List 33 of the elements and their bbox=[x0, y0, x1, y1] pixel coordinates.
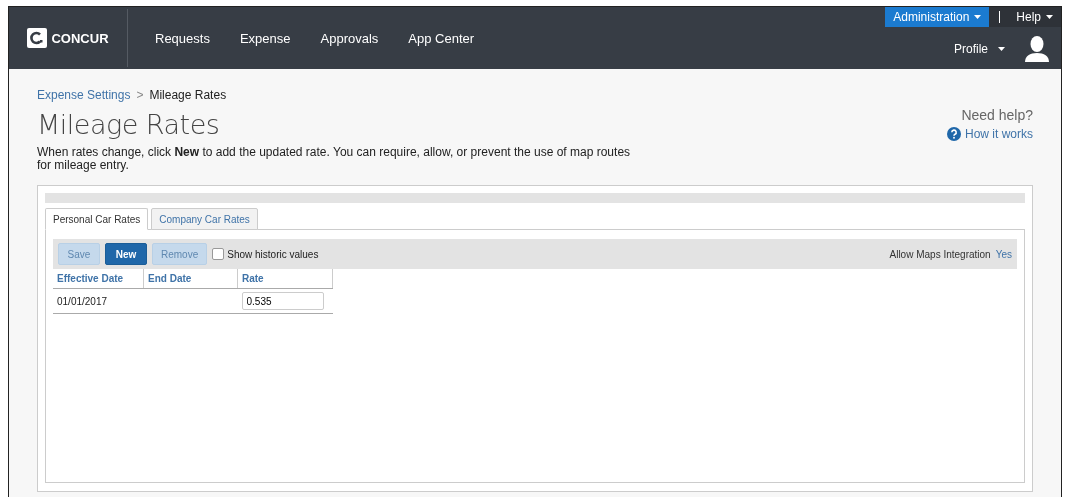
tab[interactable]: Company Car Rates bbox=[151, 208, 258, 230]
caret-icon bbox=[998, 47, 1005, 51]
nav-link[interactable]: Approvals bbox=[293, 7, 379, 69]
caret-icon bbox=[974, 15, 982, 19]
administration-menu[interactable]: Administration bbox=[885, 7, 990, 27]
breadcrumb-separator: > bbox=[136, 88, 144, 102]
breadcrumb-current: Mileage Rates bbox=[149, 88, 227, 102]
page-title: Mileage Rates bbox=[37, 109, 221, 140]
profile-menu[interactable]: Profile bbox=[948, 41, 1011, 57]
help-icon bbox=[947, 127, 961, 141]
help-heading: Need help? bbox=[961, 107, 1033, 123]
description: When rates change, click New to add the updated rate. You can require, allow, or prevent the use of map routes for mileage entry. bbox=[37, 146, 632, 172]
table-cell: 01/01/2017 bbox=[53, 288, 144, 314]
column-header[interactable]: End Date bbox=[143, 269, 238, 289]
nav-link[interactable]: Expense bbox=[212, 7, 291, 69]
help-menu[interactable]: Help bbox=[1010, 10, 1061, 24]
maps-integration-value[interactable]: Yes bbox=[995, 248, 1012, 260]
toolbar-button[interactable]: New bbox=[105, 243, 147, 265]
avatar-icon[interactable] bbox=[1025, 35, 1049, 63]
logo-text: CONCUR bbox=[51, 30, 109, 46]
caret-icon bbox=[1046, 15, 1053, 19]
nav-link[interactable]: Requests bbox=[128, 7, 210, 69]
how-it-works-link[interactable]: How it works bbox=[947, 127, 1033, 141]
tab[interactable]: Personal Car Rates bbox=[45, 208, 149, 230]
maps-integration-label: Allow Maps Integration bbox=[889, 248, 991, 260]
nav-link[interactable]: App Center bbox=[381, 7, 475, 69]
column-header[interactable]: Rate bbox=[237, 269, 333, 289]
column-header[interactable]: Effective Date bbox=[53, 269, 144, 289]
breadcrumb-link[interactable]: Expense Settings bbox=[37, 88, 131, 102]
checkbox-label: Show historic values bbox=[227, 248, 319, 260]
logo-icon bbox=[27, 28, 48, 48]
checkbox[interactable] bbox=[212, 248, 225, 260]
rate-field[interactable]: 0.535 bbox=[241, 292, 324, 310]
